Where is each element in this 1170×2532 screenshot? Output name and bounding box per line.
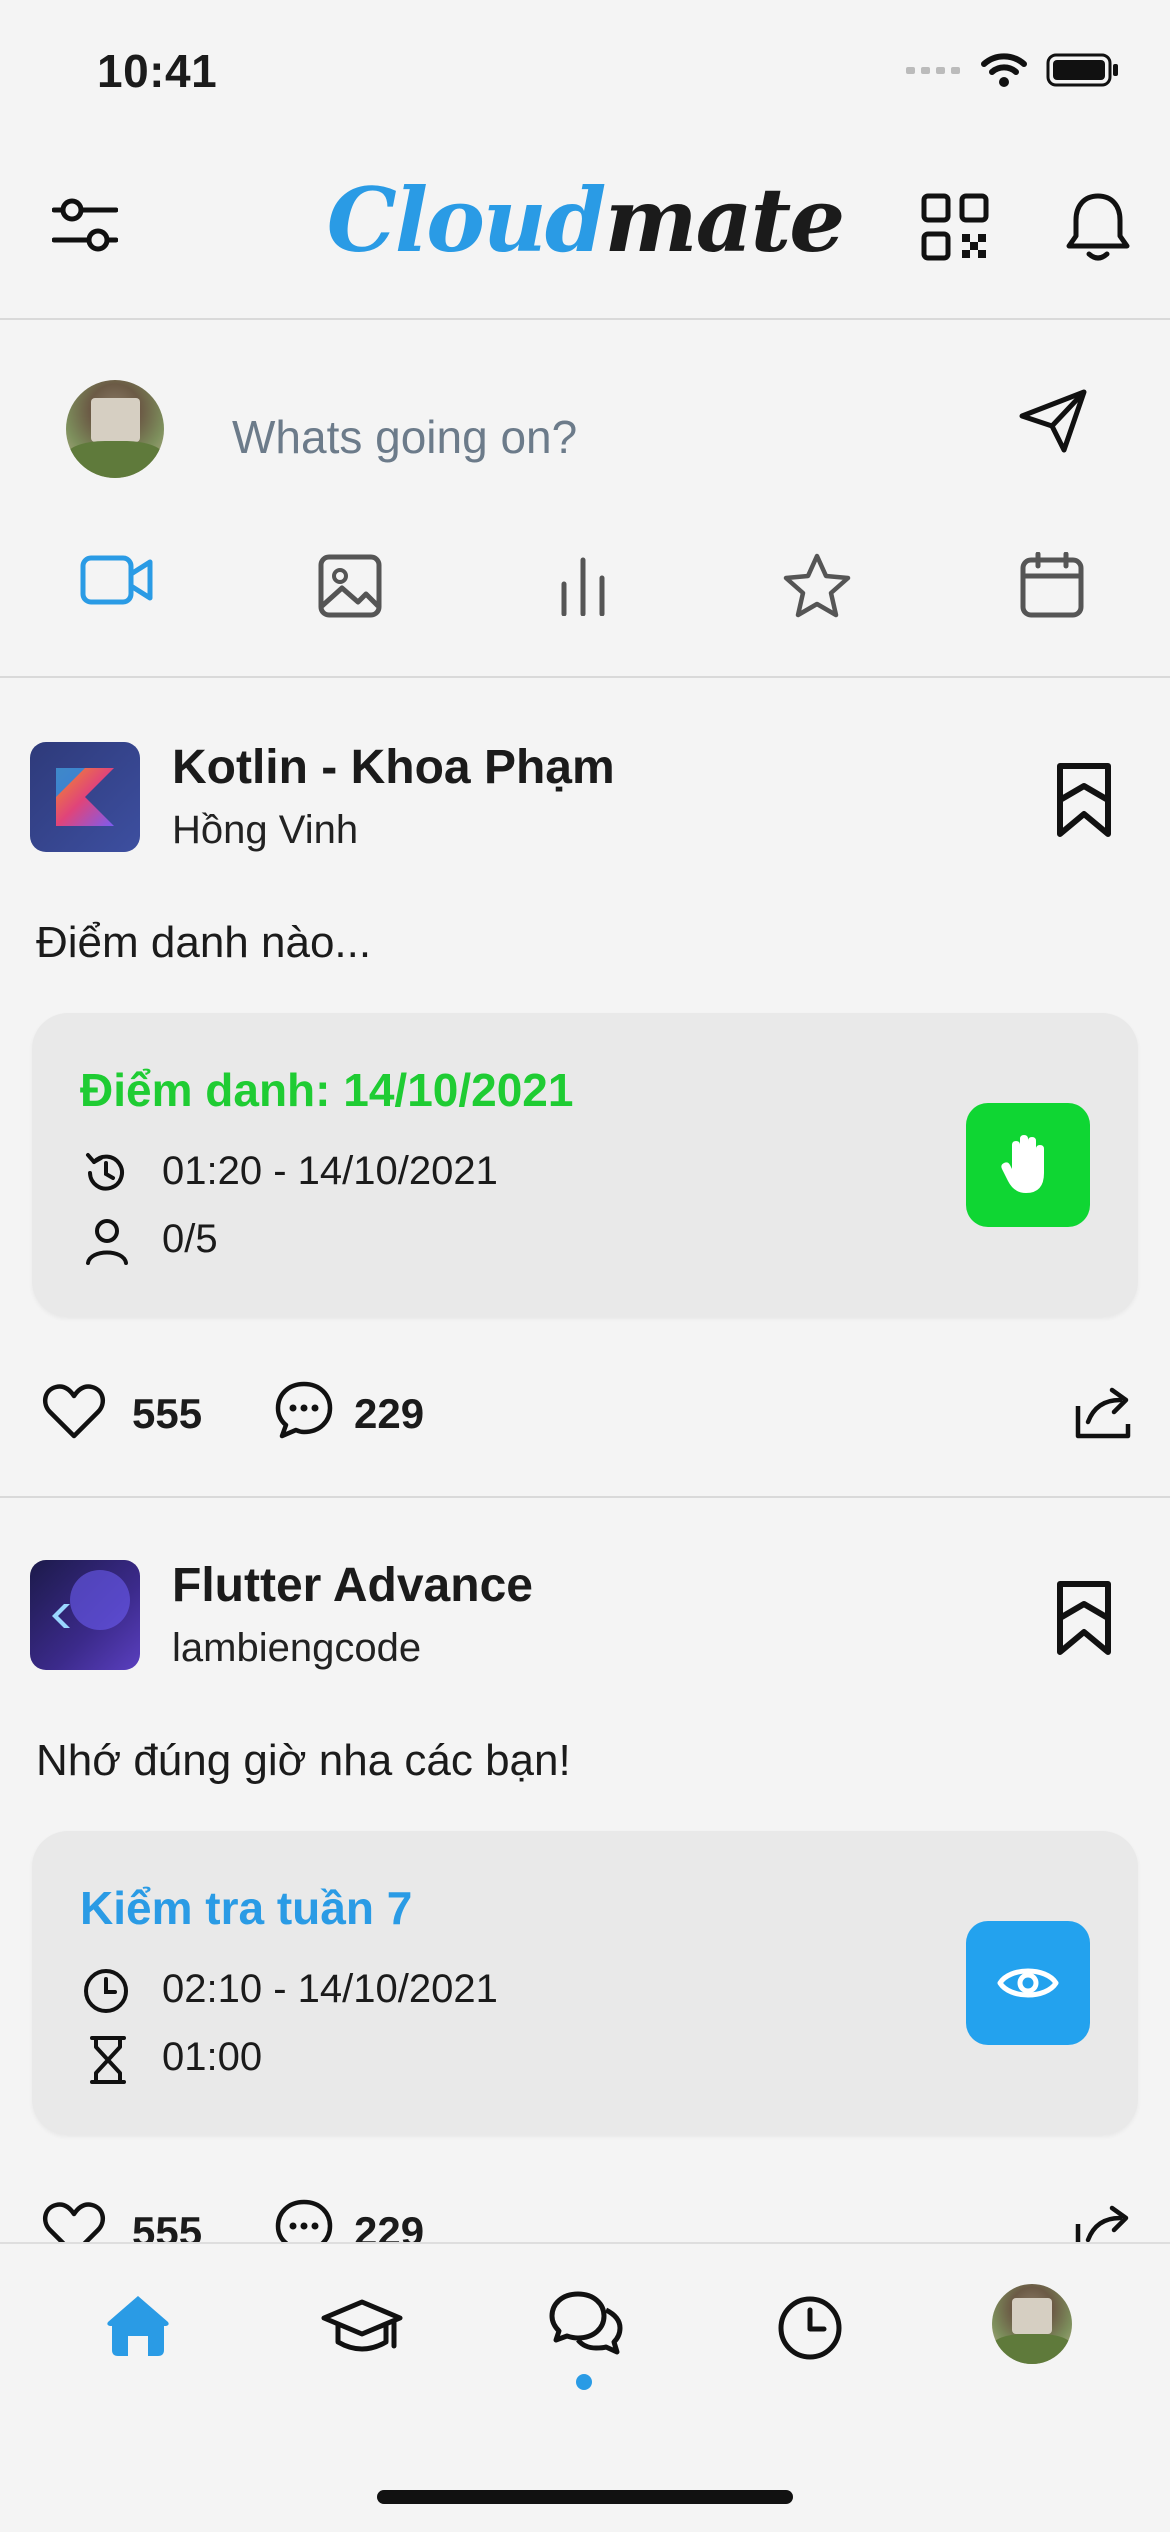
- add-event-button[interactable]: [1020, 552, 1084, 618]
- image-icon: [318, 554, 382, 618]
- header-divider: [0, 318, 1170, 320]
- kotlin-logo-icon: [56, 768, 114, 826]
- bottom-tab-bar: [0, 2242, 1170, 2532]
- tab-chat[interactable]: [548, 2290, 624, 2362]
- send-icon: [1019, 389, 1087, 453]
- post-group-logo[interactable]: [30, 742, 140, 852]
- status-time: 10:41: [97, 45, 218, 97]
- post-author[interactable]: lambiengcode: [172, 1626, 421, 1671]
- graduation-cap-icon: [321, 2299, 403, 2352]
- star-icon: [783, 553, 851, 618]
- add-highlight-button[interactable]: [782, 552, 852, 618]
- heart-icon: [42, 1384, 106, 1439]
- post-divider: [0, 1496, 1170, 1498]
- post-text: Điểm danh nào...: [36, 918, 372, 967]
- hourglass-icon: [90, 2036, 126, 2084]
- bookmark-button[interactable]: [1056, 1580, 1112, 1658]
- clock-icon: [84, 1969, 128, 2013]
- card-title: Điểm danh: 14/10/2021: [80, 1064, 574, 1116]
- add-poll-button[interactable]: [558, 556, 608, 616]
- card-participants: 0/5: [162, 1217, 218, 1261]
- post-title[interactable]: Flutter Advance: [172, 1558, 533, 1613]
- like-count: 555: [132, 1390, 203, 1437]
- history-clock-icon: [86, 1153, 124, 1191]
- flutter-interact-logo-icon: [52, 1570, 130, 1630]
- notifications-button[interactable]: [1064, 190, 1132, 264]
- composer-divider: [0, 676, 1170, 678]
- battery-icon: [1046, 53, 1118, 87]
- quiz-card[interactable]: Kiểm tra tuần 7 02:10 - 14/10/2021 01:00: [32, 1831, 1138, 2135]
- add-image-button[interactable]: [318, 554, 382, 618]
- tab-courses[interactable]: [320, 2296, 404, 2364]
- post-title[interactable]: Kotlin - Khoa Phạm: [172, 740, 615, 795]
- composer-avatar[interactable]: [66, 380, 164, 478]
- clock-icon: [778, 2296, 842, 2360]
- share-button[interactable]: [1074, 1384, 1134, 1440]
- composer-input[interactable]: Whats going on?: [232, 410, 577, 464]
- post-text: Nhớ đúng giờ nha các bạn!: [36, 1736, 571, 1785]
- tab-profile-avatar[interactable]: [992, 2284, 1072, 2364]
- logo-part-cloud: Cloud: [326, 168, 607, 272]
- like-button[interactable]: [42, 1382, 106, 1440]
- post-author[interactable]: Hồng Vinh: [172, 808, 358, 853]
- home-indicator: [377, 2490, 793, 2504]
- chat-icon: [549, 2291, 623, 2355]
- card-time: 02:10 - 14/10/2021: [162, 1967, 498, 2011]
- comment-icon: [275, 1381, 333, 1439]
- qr-code-icon: [921, 193, 989, 261]
- card-duration: 01:00: [162, 2035, 263, 2079]
- comment-count: 229: [354, 1390, 425, 1437]
- raised-hand-icon: [1001, 1135, 1044, 1193]
- user-icon: [86, 1219, 128, 1265]
- comment-button[interactable]: [274, 1380, 334, 1440]
- bell-icon: [1066, 193, 1130, 261]
- add-video-button[interactable]: [80, 552, 154, 608]
- share-icon: [1075, 1387, 1131, 1439]
- unread-dot: [576, 2374, 592, 2390]
- check-in-button[interactable]: [966, 1103, 1090, 1227]
- app-logo: Cloudmate: [0, 168, 1170, 272]
- post-group-logo[interactable]: [30, 1560, 140, 1670]
- qr-code-button[interactable]: [920, 192, 990, 262]
- calendar-icon: [1020, 552, 1084, 618]
- wifi-icon: [981, 53, 1027, 87]
- view-quiz-button[interactable]: [966, 1921, 1090, 2045]
- chart-icon: [561, 557, 605, 616]
- bookmark-icon: [1057, 1581, 1111, 1655]
- eye-icon: [997, 1968, 1059, 1998]
- signal-icon: [906, 67, 960, 74]
- bookmark-icon: [1057, 763, 1111, 837]
- logo-part-mate: mate: [604, 168, 845, 272]
- card-title: Kiểm tra tuần 7: [80, 1882, 413, 1934]
- attendance-card[interactable]: Điểm danh: 14/10/2021 01:20 - 14/10/2021…: [32, 1013, 1138, 1317]
- tab-home[interactable]: [104, 2292, 172, 2358]
- home-icon: [107, 2296, 169, 2356]
- send-post-button[interactable]: [1018, 388, 1088, 454]
- status-icons: [906, 52, 1120, 88]
- bookmark-button[interactable]: [1056, 762, 1112, 840]
- tab-history[interactable]: [776, 2294, 844, 2362]
- video-icon: [80, 555, 153, 605]
- card-time: 01:20 - 14/10/2021: [162, 1149, 498, 1193]
